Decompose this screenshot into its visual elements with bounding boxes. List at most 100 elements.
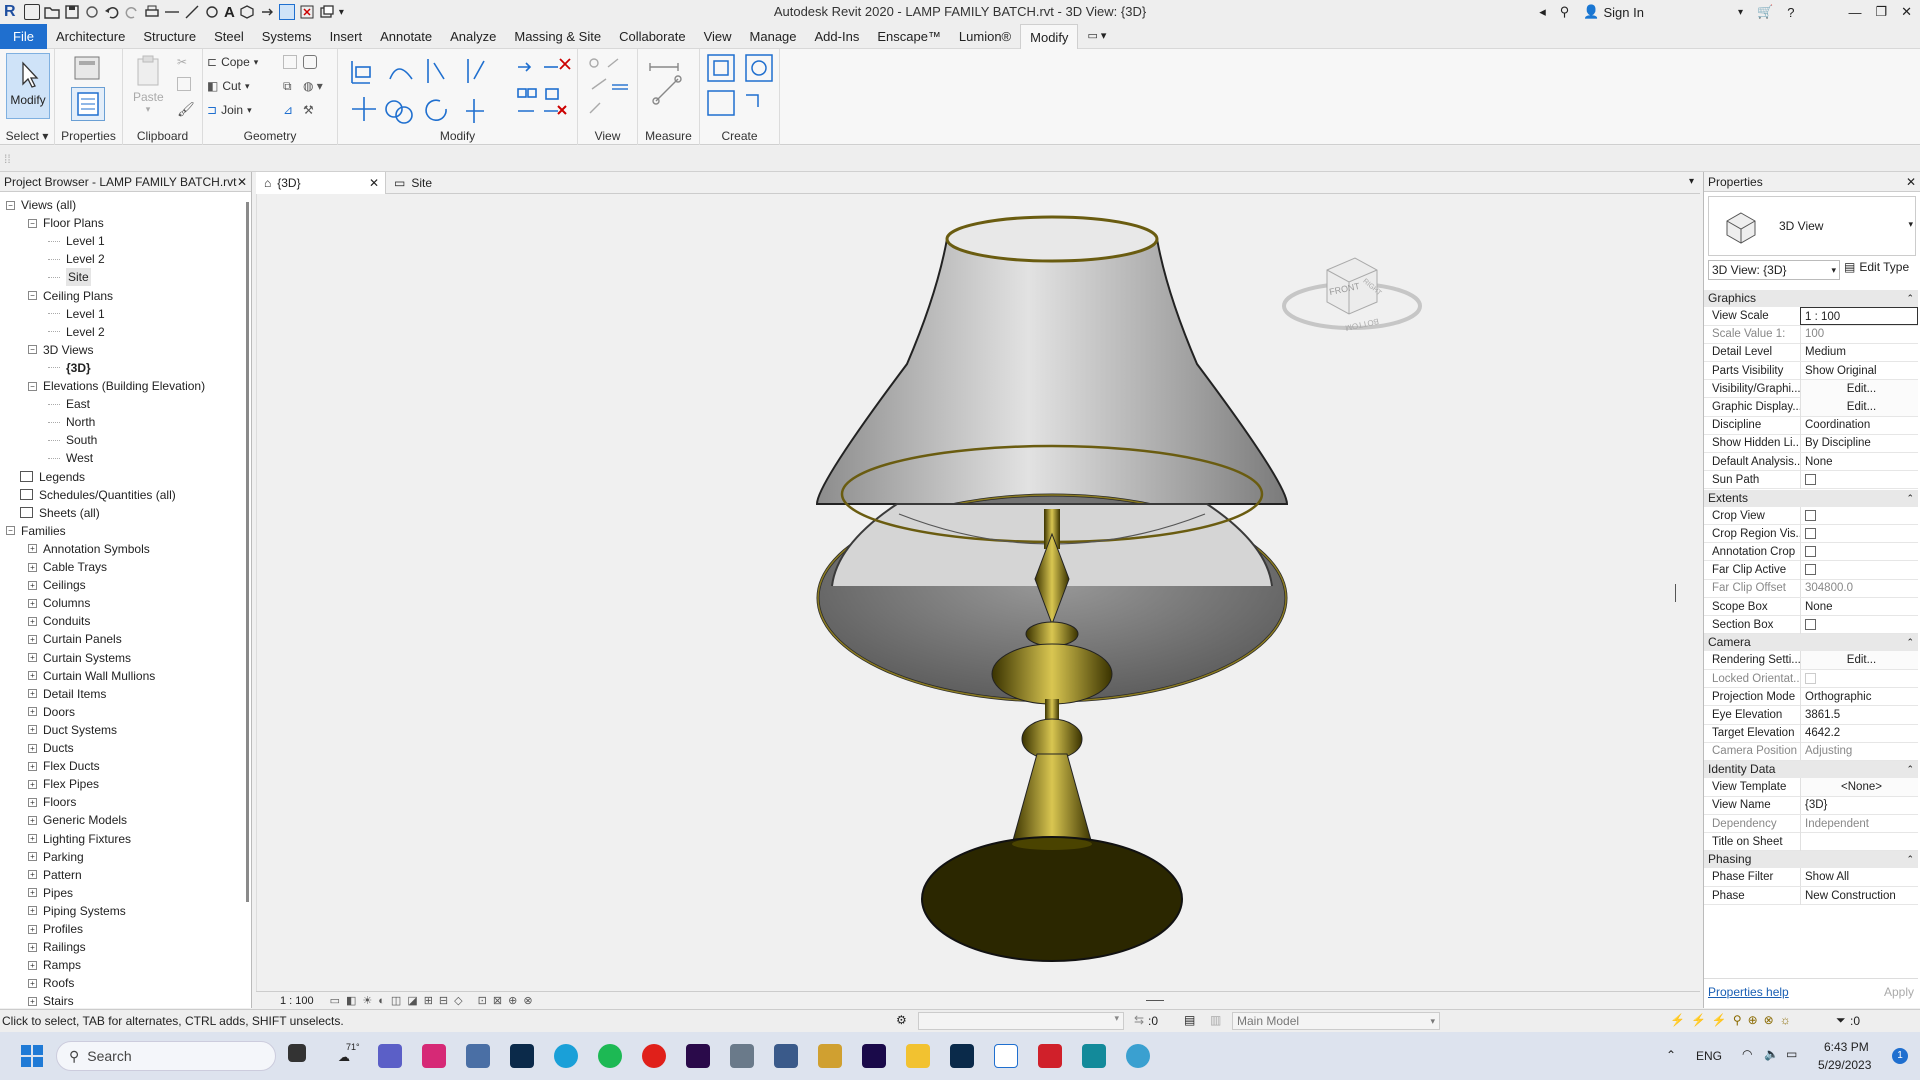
expand-toggle-icon[interactable]: + bbox=[28, 707, 37, 717]
browser-node[interactable]: − Elevations (Building Elevation) bbox=[28, 377, 205, 395]
browser-node[interactable]: − Views (all) bbox=[6, 196, 76, 214]
view-control-icons[interactable]: ▭◧☀◐◫◪⊞⊟◇ ⊡⊠⊕⊗ bbox=[330, 994, 539, 1007]
canvas-scroll-marker[interactable] bbox=[1675, 584, 1676, 602]
tab-site-view[interactable]: ▭ Site bbox=[386, 172, 506, 194]
edit-type-button[interactable]: ▤ Edit Type bbox=[1844, 260, 1909, 274]
notification-badge[interactable]: 1 bbox=[1892, 1048, 1908, 1064]
tab-collaborate[interactable]: Collaborate bbox=[610, 24, 695, 49]
browser-node[interactable]: + Lighting Fixtures bbox=[28, 830, 131, 848]
edge-icon[interactable] bbox=[554, 1044, 578, 1068]
browser-node[interactable]: + Columns bbox=[28, 594, 90, 612]
expand-toggle-icon[interactable]: + bbox=[28, 797, 37, 807]
view-scale-display[interactable]: 1 : 100 bbox=[280, 995, 314, 1007]
browser-node[interactable]: + Roofs bbox=[28, 974, 74, 992]
expand-toggle-icon[interactable]: + bbox=[28, 598, 37, 608]
property-checkbox[interactable] bbox=[1805, 473, 1816, 485]
browser-node[interactable]: + Detail Items bbox=[28, 685, 106, 703]
browser-node[interactable]: Level 1 bbox=[48, 305, 105, 323]
expand-toggle-icon[interactable]: + bbox=[28, 924, 37, 934]
tab-insert[interactable]: Insert bbox=[321, 24, 372, 49]
tab-analyze[interactable]: Analyze bbox=[441, 24, 505, 49]
browser-node[interactable]: + Curtain Systems bbox=[28, 649, 131, 667]
expand-toggle-icon[interactable]: − bbox=[28, 345, 37, 355]
switch-windows-icon[interactable] bbox=[319, 4, 335, 20]
instance-selector[interactable]: 3D View: {3D} ▾ bbox=[1708, 260, 1840, 280]
expand-toggle-icon[interactable]: + bbox=[28, 634, 37, 644]
browser-node[interactable]: + Floors bbox=[28, 793, 76, 811]
collapse-icon[interactable]: ⌃ bbox=[1906, 761, 1914, 778]
expand-toggle-icon[interactable]: + bbox=[28, 834, 37, 843]
property-value[interactable]: {3D} bbox=[1800, 796, 1918, 815]
tab-file[interactable]: File bbox=[0, 23, 47, 49]
property-value[interactable]: By Discipline bbox=[1800, 434, 1918, 453]
tab-steel[interactable]: Steel bbox=[205, 24, 253, 49]
browser-node[interactable]: + Flex Pipes bbox=[28, 775, 99, 793]
expand-toggle-icon[interactable]: − bbox=[6, 526, 15, 536]
properties-section-header[interactable]: Phasing ⌃ bbox=[1704, 851, 1918, 869]
property-edit-button[interactable]: Edit... bbox=[1847, 383, 1876, 395]
join-button[interactable]: ⊐ Join ▾ bbox=[207, 103, 252, 117]
properties-section-header[interactable]: Identity Data ⌃ bbox=[1704, 761, 1918, 779]
browser-node[interactable]: + Ceilings bbox=[28, 576, 86, 594]
editable-only-icon[interactable]: ⇆ bbox=[1134, 1013, 1144, 1027]
instagram-icon[interactable] bbox=[422, 1044, 446, 1068]
tab-structure[interactable]: Structure bbox=[134, 24, 205, 49]
tab-view[interactable]: View bbox=[695, 24, 741, 49]
undo-icon[interactable] bbox=[104, 4, 120, 20]
expand-toggle-icon[interactable]: + bbox=[28, 942, 37, 952]
properties-close-icon[interactable]: ✕ bbox=[1906, 175, 1916, 189]
browser-node[interactable]: + Ducts bbox=[28, 739, 74, 757]
expand-toggle-icon[interactable]: + bbox=[28, 996, 37, 1006]
browser-node[interactable]: Level 2 bbox=[48, 323, 105, 341]
media-player-icon[interactable] bbox=[818, 1044, 842, 1068]
tab-manage[interactable]: Manage bbox=[741, 24, 806, 49]
autocad-icon[interactable] bbox=[1038, 1044, 1062, 1068]
expand-toggle-icon[interactable]: + bbox=[28, 779, 37, 789]
cart-icon[interactable]: 🛒 bbox=[1757, 4, 1773, 20]
workset-dropdown[interactable]: ▾ bbox=[918, 1012, 1124, 1030]
join-roof-icon[interactable]: ⧉ bbox=[283, 79, 292, 94]
expand-toggle-icon[interactable]: + bbox=[28, 544, 37, 554]
text-icon[interactable]: A bbox=[224, 4, 235, 21]
selection-settings-icons[interactable]: ⚡⚡⚡⚲⊕⊗☼ bbox=[1670, 1013, 1797, 1027]
volume-icon[interactable]: 🔈 bbox=[1764, 1047, 1779, 1061]
apply-button[interactable]: Apply bbox=[1884, 985, 1914, 999]
property-value[interactable]: Edit... bbox=[1800, 398, 1918, 416]
browser-node[interactable]: − Floor Plans bbox=[28, 214, 104, 232]
paint-icon[interactable]: ◍ ▾ bbox=[303, 79, 323, 93]
expand-toggle-icon[interactable]: + bbox=[28, 725, 37, 735]
browser-node[interactable]: + Duct Systems bbox=[28, 721, 117, 739]
minimize-button[interactable]: — bbox=[1848, 5, 1861, 20]
teams-icon[interactable] bbox=[378, 1044, 402, 1068]
tray-overflow-icon[interactable]: ⌃ bbox=[1666, 1048, 1676, 1062]
after-effects-icon[interactable] bbox=[862, 1044, 886, 1068]
battery-icon[interactable]: ▭ bbox=[1786, 1047, 1797, 1061]
redo-icon[interactable] bbox=[124, 4, 140, 20]
sync-icon[interactable] bbox=[84, 4, 100, 20]
close-hidden-icon[interactable] bbox=[299, 4, 315, 20]
save-icon[interactable] bbox=[64, 4, 80, 20]
design-option-dropdown[interactable]: Main Model ▾ bbox=[1232, 1012, 1440, 1030]
expand-toggle-icon[interactable]: + bbox=[28, 960, 37, 970]
photoshop-icon[interactable] bbox=[950, 1044, 974, 1068]
property-checkbox[interactable] bbox=[1805, 564, 1816, 576]
design-options-icon[interactable]: ▤ bbox=[1184, 1013, 1195, 1027]
expand-toggle-icon[interactable]: − bbox=[6, 200, 15, 210]
property-value[interactable] bbox=[1800, 561, 1918, 580]
binoculars-icon[interactable]: ⚲ bbox=[1560, 4, 1570, 20]
browser-node[interactable]: + Piping Systems bbox=[28, 902, 126, 920]
browser-node[interactable]: + Generic Models bbox=[28, 811, 127, 829]
property-checkbox[interactable] bbox=[1805, 672, 1816, 684]
property-edit-button[interactable]: Edit... bbox=[1847, 654, 1876, 666]
property-value[interactable] bbox=[1800, 470, 1918, 489]
browser-node[interactable]: Level 2 bbox=[48, 250, 105, 268]
wifi-icon[interactable]: ◠ bbox=[1742, 1047, 1752, 1061]
property-value[interactable] bbox=[1800, 524, 1918, 543]
expand-toggle-icon[interactable]: + bbox=[28, 888, 37, 898]
cut-geometry-button[interactable]: ◧ Cut ▾ bbox=[207, 79, 250, 93]
tab-lumion[interactable]: Lumion® bbox=[950, 24, 1020, 49]
expand-toggle-icon[interactable]: + bbox=[28, 580, 37, 590]
help-icon[interactable]: ? bbox=[1787, 5, 1794, 20]
hammer-icon[interactable]: ⚒ bbox=[303, 103, 314, 117]
cope-button[interactable]: ⊏ Cope ▾ bbox=[207, 55, 258, 69]
